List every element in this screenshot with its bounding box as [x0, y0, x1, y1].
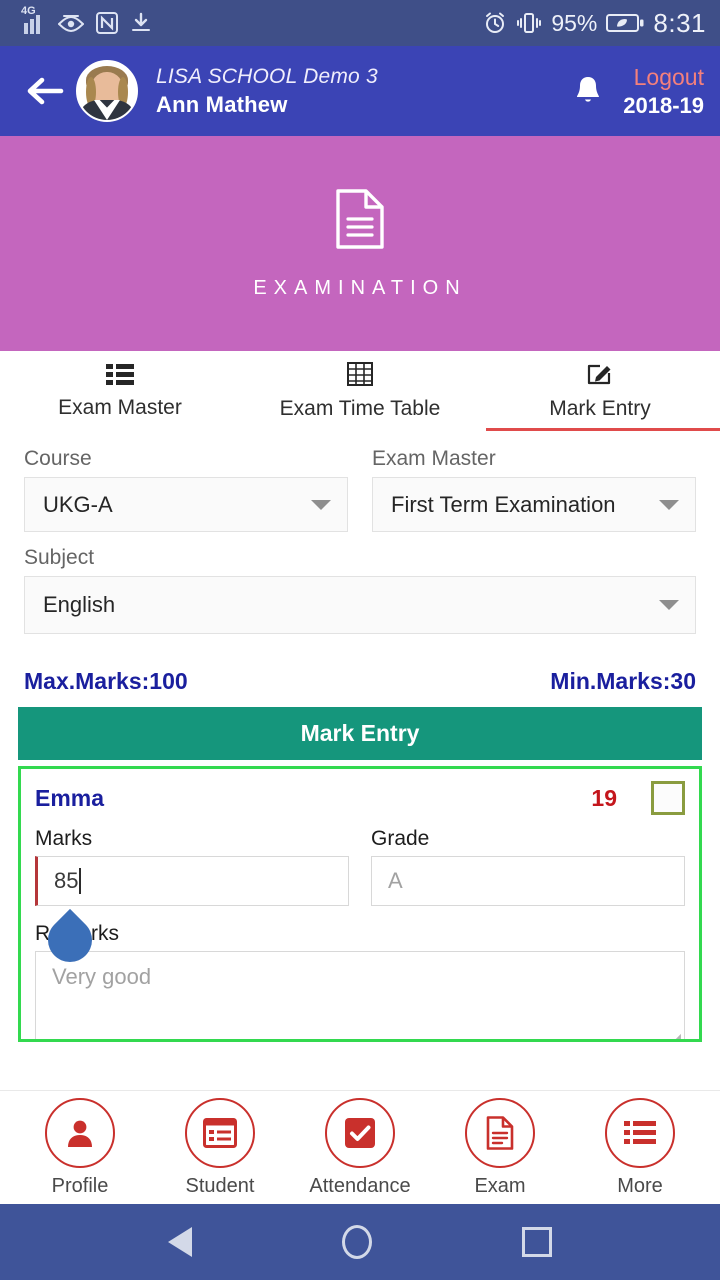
android-home-icon[interactable]	[342, 1225, 372, 1259]
logout-button[interactable]: Logout	[634, 64, 704, 91]
subject-select[interactable]: English	[24, 576, 696, 634]
status-bar: 4G 95% 8:31	[0, 0, 720, 46]
header-right-block: Logout 2018-19	[571, 64, 704, 119]
exam-master-value: First Term Examination	[391, 491, 616, 517]
checkbox-check-icon	[325, 1097, 395, 1168]
app-header: LISA SCHOOL Demo 3 Ann Mathew Logout 201…	[0, 46, 720, 136]
grade-field: Grade A	[371, 827, 685, 906]
bottom-nav-label: Profile	[51, 1174, 109, 1197]
filter-form: Course UKG-A Exam Master First Term Exam…	[0, 431, 720, 634]
remarks-placeholder: Very good	[52, 964, 152, 989]
signal-icon: 4G	[21, 5, 46, 34]
vibrate-icon	[516, 12, 542, 34]
mark-entry-section-title: Mark Entry	[300, 720, 420, 746]
download-icon	[130, 12, 152, 34]
resize-grip-icon[interactable]: ◢	[673, 1031, 681, 1039]
eye-icon	[58, 14, 84, 34]
bottom-nav-exam[interactable]: Exam	[438, 1097, 563, 1198]
app-screen: 4G 95% 8:31 LISA SCHOOL Demo 3 Ann Mathe…	[0, 0, 720, 1280]
text-caret	[79, 868, 82, 894]
course-label: Course	[24, 447, 92, 470]
min-marks-label: Min.Marks:30	[550, 668, 696, 694]
android-recents-icon[interactable]	[522, 1227, 552, 1257]
marks-label: Marks	[35, 827, 93, 850]
battery-saver-icon	[606, 13, 644, 33]
grade-input-placeholder: A	[388, 868, 403, 893]
status-bar-left: 4G	[21, 5, 152, 34]
bottom-nav-attendance[interactable]: Attendance	[298, 1097, 423, 1198]
notification-bell-icon[interactable]	[571, 72, 605, 110]
back-arrow-icon[interactable]	[22, 68, 68, 114]
subject-value: English	[43, 592, 116, 617]
bottom-nav-label: Exam	[474, 1174, 526, 1197]
marks-input[interactable]: 85	[35, 856, 349, 906]
document-icon	[465, 1097, 535, 1168]
academic-year-label: 2018-19	[623, 92, 704, 118]
student-mark-entry-card: Emma 19 Marks 85 Grade A Remarks Very go…	[18, 766, 702, 1042]
user-name-label: Ann Mathew	[156, 91, 288, 117]
header-logout-year-block: Logout 2018-19	[623, 64, 704, 119]
edit-pencil-icon	[587, 362, 613, 391]
alarm-icon	[483, 11, 507, 35]
nfc-icon	[96, 12, 118, 34]
marks-info-row: Max.Marks:100 Min.Marks:30	[0, 642, 720, 707]
android-back-icon[interactable]	[168, 1227, 192, 1257]
avatar[interactable]	[76, 60, 138, 122]
student-name-label: Emma	[35, 784, 105, 811]
battery-percent-label: 95%	[551, 9, 598, 36]
marks-grade-row: Marks 85 Grade A	[35, 827, 685, 906]
subject-label: Subject	[24, 546, 95, 569]
document-icon	[334, 188, 386, 255]
course-value: UKG-A	[43, 491, 113, 517]
tab-bar: Exam Master Exam Time Table Mark Entry	[0, 351, 720, 431]
person-icon	[45, 1097, 115, 1168]
tab-exam-time-table[interactable]: Exam Time Table	[240, 351, 480, 431]
student-list-icon	[185, 1097, 255, 1168]
android-navigation-bar	[0, 1204, 720, 1280]
bottom-navigation-bar: Profile Student Attendance Exam More	[0, 1090, 720, 1204]
chevron-down-icon	[659, 600, 679, 610]
chevron-down-icon	[311, 499, 331, 510]
clock-label: 8:31	[653, 7, 706, 38]
network-type-label: 4G	[21, 5, 36, 17]
status-bar-right: 95% 8:31	[483, 8, 706, 39]
tab-label: Exam Time Table	[279, 396, 441, 420]
marks-field: Marks 85	[35, 827, 349, 906]
student-header-row: Emma 19	[35, 769, 685, 827]
tab-mark-entry[interactable]: Mark Entry	[480, 351, 720, 431]
course-field: Course UKG-A	[24, 447, 348, 532]
grade-label: Grade	[371, 827, 430, 850]
subject-field: Subject English	[24, 546, 696, 634]
filter-row-1: Course UKG-A Exam Master First Term Exam…	[24, 447, 696, 540]
bottom-nav-more[interactable]: More	[578, 1097, 703, 1198]
tab-label: Exam Master	[58, 395, 182, 419]
bottom-nav-profile[interactable]: Profile	[18, 1097, 143, 1198]
max-marks-label: Max.Marks:100	[24, 668, 188, 694]
student-select-checkbox[interactable]	[651, 781, 685, 815]
tab-exam-master[interactable]: Exam Master	[0, 351, 240, 431]
page-title: EXAMINATION	[253, 276, 467, 299]
bottom-nav-label: Attendance	[309, 1174, 411, 1197]
bottom-nav-student[interactable]: Student	[158, 1097, 283, 1198]
student-score-label: 19	[591, 784, 617, 811]
page-banner: EXAMINATION	[0, 136, 720, 351]
chevron-down-icon	[659, 499, 679, 510]
list-icon	[106, 363, 134, 390]
bottom-nav-label: More	[617, 1174, 663, 1197]
exam-master-label: Exam Master	[372, 447, 496, 470]
tab-label: Mark Entry	[549, 396, 651, 420]
remarks-textarea[interactable]: Very good ◢	[35, 951, 685, 1039]
marks-input-value: 85	[54, 868, 79, 893]
header-text-block: LISA SCHOOL Demo 3 Ann Mathew	[156, 65, 378, 118]
table-grid-icon	[347, 361, 373, 391]
bottom-nav-label: Student	[185, 1174, 255, 1197]
menu-lines-icon	[605, 1097, 675, 1168]
remarks-label: Remarks	[35, 922, 685, 946]
exam-master-field: Exam Master First Term Examination	[372, 447, 696, 532]
mark-entry-section-bar: Mark Entry	[18, 707, 702, 760]
grade-input[interactable]: A	[371, 856, 685, 906]
exam-master-select[interactable]: First Term Examination	[372, 477, 696, 532]
school-name-label: LISA SCHOOL Demo 3	[156, 64, 378, 88]
course-select[interactable]: UKG-A	[24, 477, 348, 532]
